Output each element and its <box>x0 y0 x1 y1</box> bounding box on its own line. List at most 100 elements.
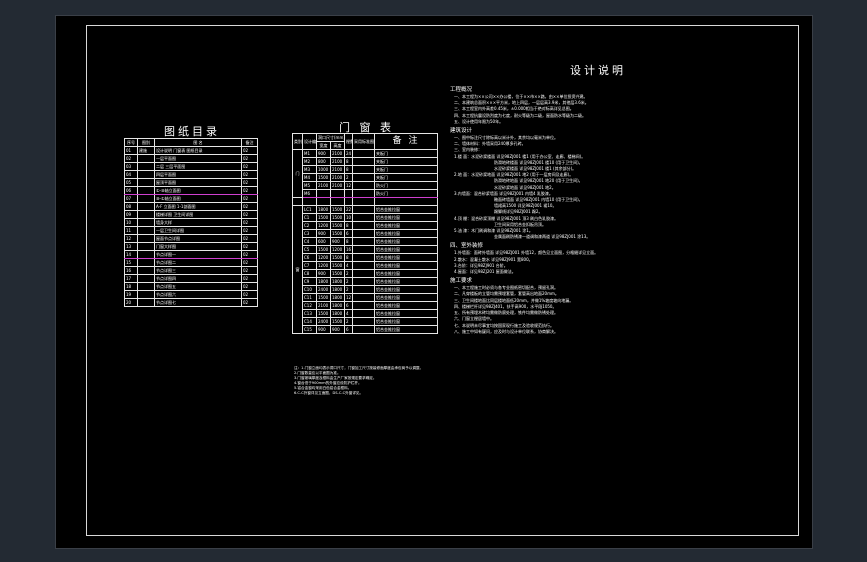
index-cell: 09 <box>124 210 138 219</box>
schedule-cell: 铝合金推拉窗 <box>374 229 439 238</box>
schedule-cell: C11 <box>302 293 317 302</box>
th-height: 高度 <box>329 141 346 150</box>
schedule-cell: 1200 <box>329 245 346 254</box>
index-header-cell: 图 名 <box>154 138 242 147</box>
schedule-cell: 2100 <box>329 181 346 190</box>
index-cell <box>137 290 155 299</box>
schedule-cell <box>344 197 354 206</box>
index-cell: 02 <box>241 218 258 227</box>
schedule-cell: 1000 <box>316 165 331 174</box>
index-cell <box>137 186 155 195</box>
schedule-cell: 2 <box>344 285 354 294</box>
th-category: 类别 <box>292 133 303 150</box>
schedule-cell: 夹板门 <box>374 173 439 182</box>
index-header-cell: 备注 <box>241 138 258 147</box>
schedule-cell <box>352 309 376 318</box>
schedule-cell: M6 <box>302 189 317 198</box>
th-standard: 采用标准图 <box>352 133 376 150</box>
index-cell <box>137 202 155 211</box>
schedule-cell <box>352 165 376 174</box>
schedule-cell: 1800 <box>329 285 346 294</box>
schedule-cell: C2 <box>302 221 317 230</box>
schedule-cell: 1500 <box>329 205 346 214</box>
table-row: 10 墙身大样 02 <box>124 218 258 227</box>
schedule-cell <box>302 197 317 206</box>
table-row: C10 2400 1800 2 铝合金推拉窗 <box>293 285 439 294</box>
table-row: 07 ⑩-①轴立面图 02 <box>124 194 258 203</box>
schedule-cell: 8 <box>344 253 354 262</box>
table-row: C12 2100 1800 6 铝合金推拉窗 <box>293 301 439 310</box>
schedule-cell: M3 <box>302 165 317 174</box>
schedule-cell <box>316 197 331 206</box>
section-heading: 建筑设计 <box>450 128 473 135</box>
schedule-cell: 2100 <box>329 173 346 182</box>
schedule-cell: 1800 <box>329 309 346 318</box>
schedule-cell: 1200 <box>316 221 331 230</box>
schedule-cell: 6 <box>344 325 354 334</box>
table-row: M3 1000 2100 8 夹板门 <box>293 165 439 174</box>
schedule-cell: 铝合金推拉窗 <box>374 237 439 246</box>
index-cell: 设计说明 门窗表 图纸目录 <box>154 146 242 155</box>
index-cell <box>137 298 155 307</box>
index-header-cell: 图别 <box>137 138 155 147</box>
table-row: 05 屋顶平面图 02 <box>124 178 258 187</box>
index-cell <box>137 178 155 187</box>
schedule-cell: 1800 <box>316 205 331 214</box>
schedule-cell: 铝合金推拉窗 <box>374 293 439 302</box>
index-cell: 05 <box>124 178 138 187</box>
door-window-table: 类别 设计编号 洞口尺寸(mm) 樘数 采用标准图 备 注 宽度 高度 门M19… <box>292 133 439 334</box>
schedule-cell: 4 <box>344 261 354 270</box>
index-cell: 四层平面图 <box>154 170 242 179</box>
table-row: C9 1800 1800 2 铝合金推拉窗 <box>293 277 439 286</box>
note-line: 八、施工中如有疑问，应及时与设计单位联系，协商解决。 <box>454 328 558 334</box>
index-cell: 02 <box>124 154 138 163</box>
schedule-cell: 夹板门 <box>374 165 439 174</box>
schedule-cell: 2100 <box>329 165 346 174</box>
schedule-cell: 1500 <box>316 173 331 182</box>
schedule-cell: 1500 <box>329 229 346 238</box>
index-cell: 02 <box>241 266 258 275</box>
schedule-cell: 铝合金推拉窗 <box>374 269 439 278</box>
schedule-cell: LC1 <box>302 205 317 214</box>
schedule-cell: M2 <box>302 157 317 166</box>
schedule-cell: 铝合金推拉窗 <box>374 245 439 254</box>
th-count: 樘数 <box>344 133 354 150</box>
table-row: C6 1200 1500 8 铝合金推拉窗 <box>293 253 439 262</box>
schedule-cell: 900 <box>316 229 331 238</box>
schedule-cell: 900 <box>329 325 346 334</box>
index-cell: 屋顶平面图 <box>154 178 242 187</box>
table-row: 17 节点详图四 02 <box>124 274 258 283</box>
cad-viewport[interactable]: 图纸目录 序号 图别图 名备注 01 建施 设计说明 门窗表 图纸目录 02 02 一层平面… <box>0 0 867 562</box>
schedule-cell: 1800 <box>329 293 346 302</box>
index-cell <box>137 226 155 235</box>
schedule-cell <box>329 189 346 198</box>
door-window-notes: 注：1.门窗立面均表示洞口尺寸，门窗加工尺寸按装修面厚度由承包商予以调整。 2.门… <box>294 366 437 396</box>
table-row: C13 1500 1800 4 铝合金推拉窗 <box>293 309 439 318</box>
th-opening: 洞口尺寸(mm) <box>315 133 346 142</box>
schedule-cell <box>352 197 376 206</box>
index-cell: 02 <box>241 202 258 211</box>
schedule-cell: 12 <box>344 293 354 302</box>
section-heading: 工程概况 <box>450 87 473 93</box>
index-cell: 02 <box>241 162 258 171</box>
index-cell <box>137 282 155 291</box>
index-cell: 建施 <box>137 146 155 155</box>
schedule-cell: 2 <box>344 317 354 326</box>
schedule-cell <box>352 229 376 238</box>
schedule-cell <box>352 301 376 310</box>
schedule-cell: 900 <box>316 269 331 278</box>
index-cell: A-F 立面图 1-1剖面图 <box>154 202 242 211</box>
index-cell: 节点详图一 <box>154 250 242 259</box>
schedule-cell <box>352 277 376 286</box>
index-cell <box>137 242 155 251</box>
schedule-cell: M5 <box>302 181 317 190</box>
schedule-cell <box>329 197 346 206</box>
schedule-cell: 1500 <box>329 253 346 262</box>
schedule-cell: 铝合金推拉窗 <box>374 261 439 270</box>
section-heading: 四、室外装修 <box>450 243 484 250</box>
schedule-cell: 900 <box>316 149 331 158</box>
index-cell: 02 <box>241 154 258 163</box>
schedule-cell: 2100 <box>329 157 346 166</box>
schedule-cell: 1800 <box>329 277 346 286</box>
schedule-cell: 2100 <box>316 181 331 190</box>
